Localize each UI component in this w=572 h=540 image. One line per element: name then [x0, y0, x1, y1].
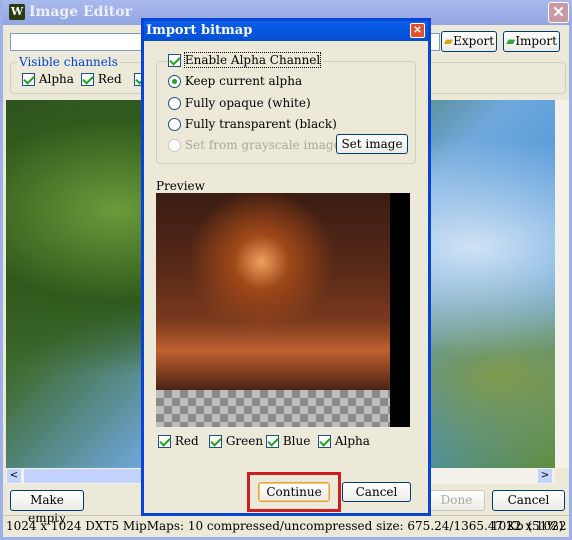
enable-alpha-checkbox[interactable]: Enable Alpha Channel: [168, 52, 324, 68]
dialog-title: Import bitmap: [146, 23, 253, 38]
cancel-button[interactable]: Cancel: [492, 490, 565, 511]
scroll-left-icon[interactable]: <: [7, 469, 21, 483]
preview-blue-checkbox[interactable]: Blue: [266, 434, 310, 448]
scroll-right-icon[interactable]: >: [538, 469, 552, 483]
preview-alpha-checkbox[interactable]: Alpha: [318, 434, 370, 448]
fully-opaque-radio[interactable]: Fully opaque (white): [168, 96, 311, 110]
preview-transparent-area: [156, 390, 390, 427]
preview-photo: [156, 193, 390, 390]
keep-current-alpha-radio[interactable]: Keep current alpha: [168, 74, 302, 88]
dialog-close-button[interactable]: ✕: [410, 23, 425, 38]
set-image-button[interactable]: Set image: [336, 134, 408, 154]
preview-green-checkbox[interactable]: Green: [209, 434, 263, 448]
app-icon: W: [9, 4, 25, 20]
grayscale-radio[interactable]: Set from grayscale image: [168, 138, 341, 152]
folder-export-icon: ▰: [443, 34, 454, 48]
preview-image: [156, 193, 410, 427]
vertical-scrollbar[interactable]: [555, 100, 569, 468]
preview-red-checkbox[interactable]: Red: [158, 434, 199, 448]
dialog-cancel-button[interactable]: Cancel: [342, 482, 411, 502]
import-button[interactable]: ▰Import: [503, 31, 560, 52]
channel-alpha-checkbox[interactable]: Alpha: [22, 72, 74, 86]
preview-label: Preview: [156, 179, 205, 193]
status-bar: 1024 x 1024 DXT5 MipMaps: 10 compressed/…: [3, 515, 569, 537]
folder-import-icon: ▰: [506, 34, 516, 48]
done-button[interactable]: Done: [428, 490, 485, 511]
make-empty-button[interactable]: Make empty: [10, 490, 84, 525]
export-label: Export: [453, 34, 495, 48]
continue-button[interactable]: Continue: [258, 482, 330, 502]
dialog-title-bar: Import bitmap ✕: [144, 21, 428, 41]
export-button[interactable]: ▰Export: [441, 31, 497, 52]
status-dimensions: 1022 x 1022: [491, 519, 567, 533]
channel-red-checkbox[interactable]: Red: [81, 72, 122, 86]
status-text: 1024 x 1024 DXT5 MipMaps: 10 compressed/…: [6, 519, 564, 533]
visible-channels-label: Visible channels: [17, 55, 120, 69]
import-bitmap-dialog: Import bitmap ✕ Enable Alpha Channel Kee…: [141, 18, 431, 516]
import-label: Import: [515, 34, 557, 48]
fully-transparent-radio[interactable]: Fully transparent (black): [168, 117, 337, 131]
window-title: Image Editor: [29, 4, 132, 20]
close-button[interactable]: ✕: [548, 2, 569, 23]
